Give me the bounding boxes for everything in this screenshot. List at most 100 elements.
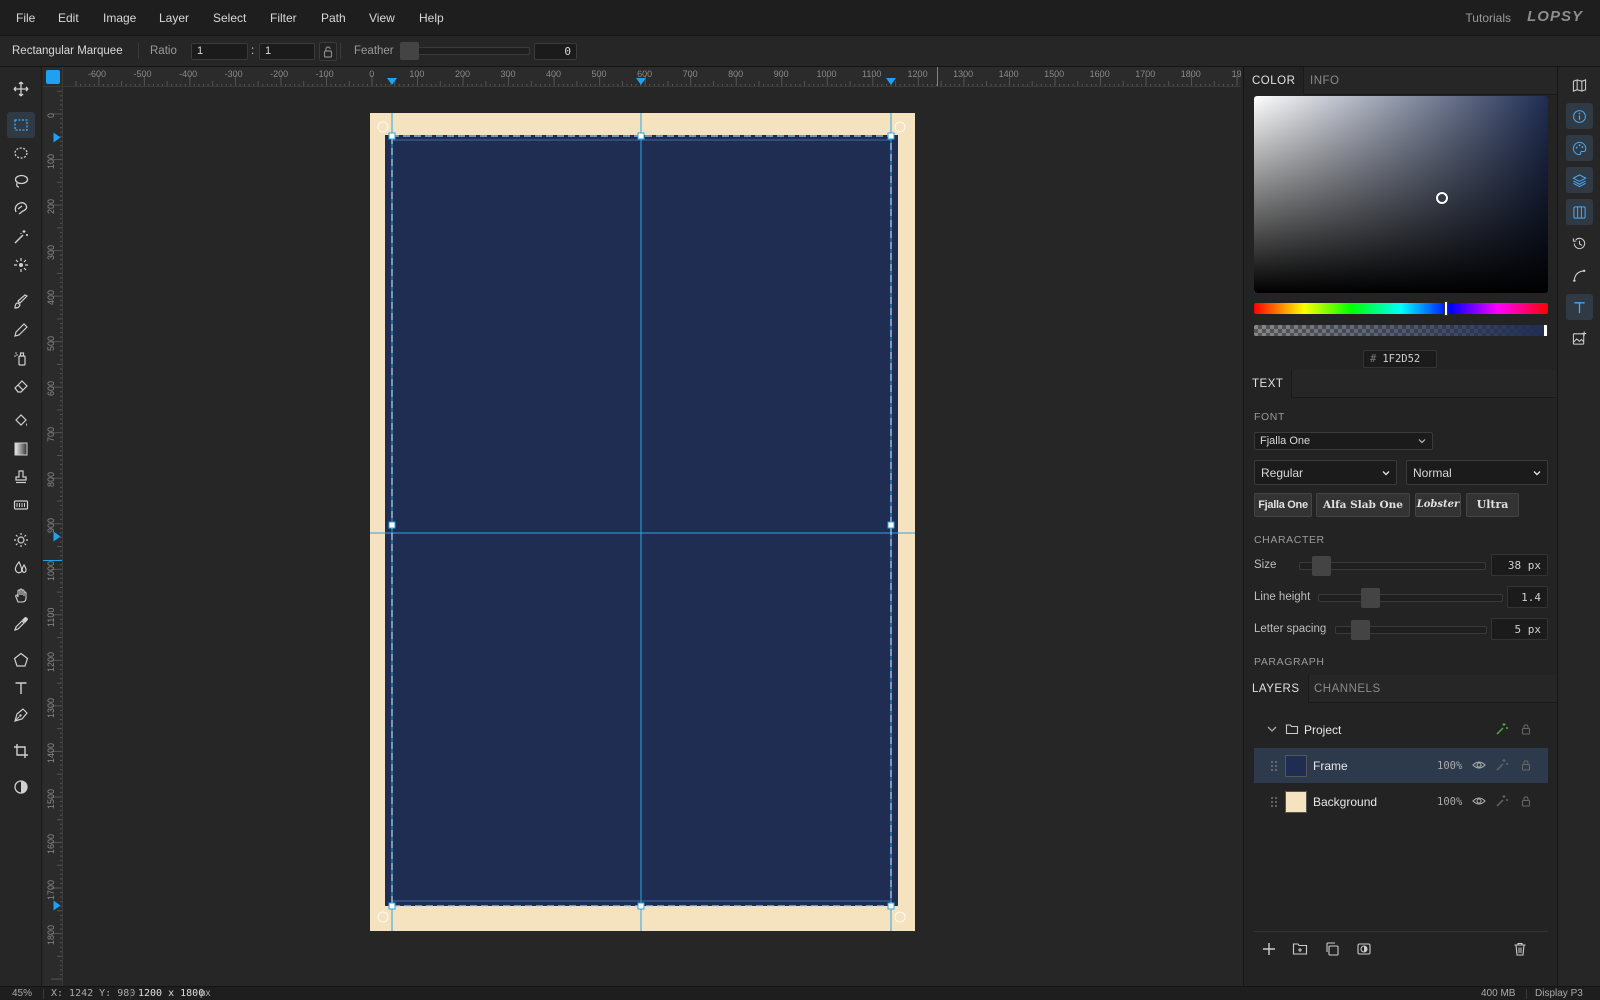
guide-marker[interactable] [53,132,61,143]
menu-help[interactable]: Help [419,11,444,25]
menu-filter[interactable]: Filter [270,11,297,25]
feather-slider[interactable] [400,42,530,60]
color-picker-handle[interactable] [1436,192,1448,204]
layer-opacity[interactable]: 100% [1437,796,1462,808]
menu-path[interactable]: Path [321,11,346,25]
text-tool[interactable] [7,675,35,701]
menu-file[interactable]: File [16,11,35,25]
bucket-fill-tool[interactable] [7,408,35,434]
guide-marker[interactable] [53,900,61,911]
lasso-tool[interactable] [7,168,35,194]
drag-handle-icon[interactable] [1267,795,1281,809]
spray-tool[interactable] [7,345,35,371]
layers-panel-toggle[interactable] [1566,167,1593,193]
tab-color[interactable]: COLOR [1244,67,1305,95]
history-panel-toggle[interactable] [1566,230,1593,256]
effects-icon[interactable] [1495,722,1509,736]
add-layer-icon[interactable] [1261,941,1277,957]
eye-icon[interactable] [1472,794,1486,808]
guide-marker[interactable] [636,78,646,85]
menu-layer[interactable]: Layer [159,11,189,25]
menu-select[interactable]: Select [213,11,246,25]
canvas-area[interactable] [63,88,1241,986]
alpha-slider-thumb[interactable] [1544,325,1547,336]
document-canvas[interactable] [63,88,1241,986]
magic-wand-tool[interactable] [7,224,35,250]
layer-group-project[interactable]: Project [1254,712,1548,747]
size-value-input[interactable]: 38 px [1491,554,1548,576]
text-panel-toggle[interactable] [1566,294,1593,320]
letter-spacing-value-input[interactable]: 5 px [1491,618,1548,640]
font-preset-fjalla-one[interactable]: Fjalla One [1254,493,1312,517]
font-weight-select[interactable]: Regular [1254,460,1397,485]
guide-marker[interactable] [387,78,397,85]
ratio-width-input[interactable]: 1 [191,43,248,60]
tab-info[interactable]: INFO [1302,67,1347,95]
font-style-select[interactable]: Normal [1406,460,1548,485]
eye-icon[interactable] [1472,758,1486,772]
brush-tool[interactable] [7,289,35,315]
stamp-tool[interactable] [7,464,35,490]
letter-spacing-slider-thumb[interactable] [1351,620,1370,640]
feather-value-input[interactable]: 0 [534,43,577,60]
paths-panel-toggle[interactable] [1566,262,1593,288]
layer-row-frame[interactable]: Frame 100% [1254,748,1548,783]
pencil-tool[interactable] [7,317,35,343]
saturation-value-picker[interactable] [1254,96,1548,293]
image-panel-toggle[interactable] [1566,325,1593,351]
menu-image[interactable]: Image [103,11,136,25]
pen-tool[interactable] [7,702,35,728]
blur-tool[interactable] [7,555,35,581]
effects-icon[interactable] [1495,758,1509,772]
crop-tool[interactable] [7,738,35,764]
ellipse-select-tool[interactable] [7,140,35,166]
layer-opacity[interactable]: 100% [1437,760,1462,772]
line-height-slider[interactable] [1318,588,1503,608]
hand-tool[interactable] [7,583,35,609]
navigator-toggle[interactable] [1566,72,1593,98]
drag-handle-icon[interactable] [1267,759,1281,773]
layer-row-background[interactable]: Background 100% [1254,784,1548,819]
size-slider-thumb[interactable] [1312,556,1331,576]
dodge-tool[interactable] [7,527,35,553]
font-preset-ultra[interactable]: Ultra [1466,493,1519,517]
info-panel-toggle[interactable] [1566,103,1593,129]
tutorials-link[interactable]: Tutorials [1465,11,1511,25]
tab-channels[interactable]: CHANNELS [1306,675,1389,703]
duplicate-layer-icon[interactable] [1324,941,1340,957]
ruler-origin-button[interactable] [46,70,60,84]
menu-edit[interactable]: Edit [58,11,79,25]
pattern-tool[interactable] [7,492,35,518]
eyedropper-tool[interactable] [7,611,35,637]
lock-icon[interactable] [1519,794,1533,808]
tab-text[interactable]: TEXT [1244,370,1293,398]
letter-spacing-slider[interactable] [1335,620,1487,640]
polygon-tool[interactable] [7,647,35,673]
feather-slider-thumb[interactable] [400,42,419,60]
mask-layer-icon[interactable] [1356,941,1372,957]
font-family-select[interactable]: Fjalla One [1254,432,1433,450]
magnetic-lasso-tool[interactable] [7,196,35,222]
contrast-tool[interactable] [7,774,35,800]
guide-marker[interactable] [886,78,896,85]
add-group-icon[interactable] [1292,941,1308,957]
tab-layers[interactable]: LAYERS [1244,675,1309,703]
line-height-slider-thumb[interactable] [1361,588,1380,608]
line-height-value-input[interactable]: 1.4 [1507,586,1548,608]
hex-color-input[interactable]: #1F2D52 [1363,350,1437,368]
lock-icon[interactable] [1519,722,1533,736]
eraser-tool[interactable] [7,373,35,399]
size-slider[interactable] [1299,556,1486,576]
font-preset-alfa-slab-one[interactable]: Alfa Slab One [1316,493,1410,517]
menu-view[interactable]: View [369,11,395,25]
channels-panel-toggle[interactable] [1566,199,1593,225]
alpha-slider[interactable] [1254,325,1548,336]
rect-select-tool[interactable] [7,112,35,138]
gradient-tool[interactable] [7,436,35,462]
quick-select-tool[interactable] [7,252,35,278]
guide-marker[interactable] [53,531,61,542]
move-tool[interactable] [7,76,35,102]
font-preset-lobster[interactable]: Lobster [1415,493,1461,517]
ratio-height-input[interactable]: 1 [259,43,315,60]
zoom-level[interactable]: 45% [12,988,32,999]
